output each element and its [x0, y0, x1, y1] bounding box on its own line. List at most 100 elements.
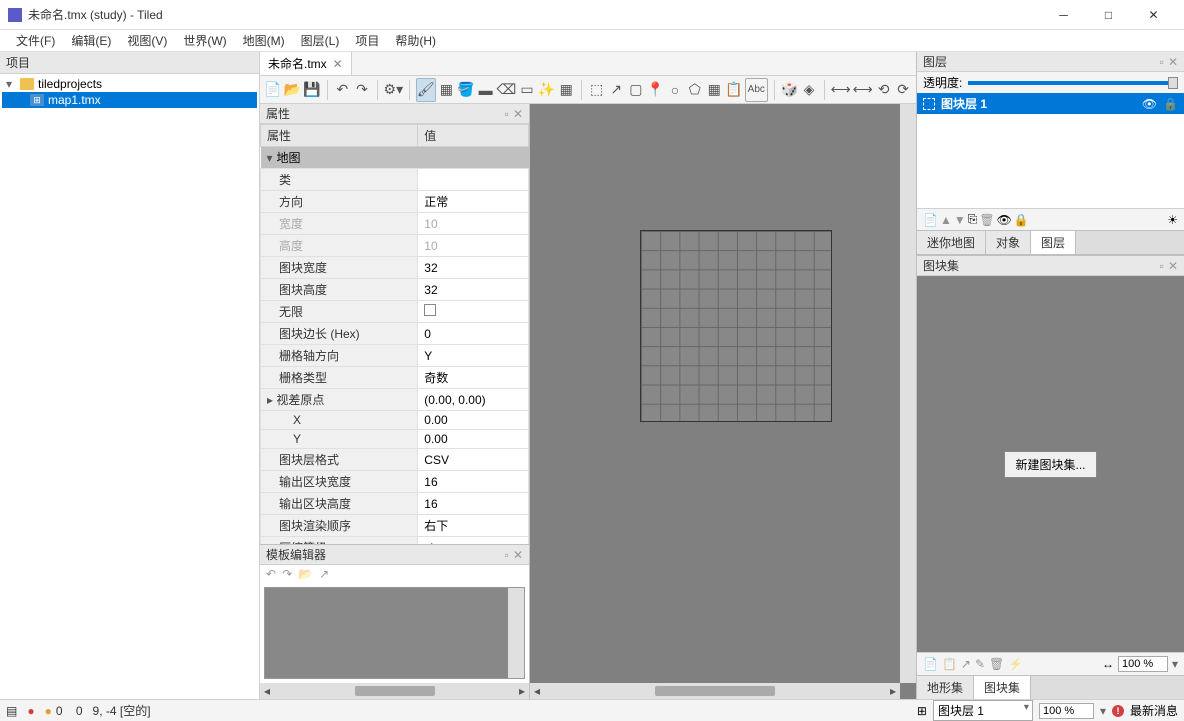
current-layer-dropdown[interactable]: 图块层 1: [933, 700, 1033, 721]
insert-point-icon[interactable]: 📍: [647, 78, 665, 102]
error-icon[interactable]: !: [1112, 705, 1124, 717]
flip-v-icon[interactable]: ⟷: [853, 78, 873, 102]
close-panel-icon[interactable]: ✕: [1168, 55, 1178, 69]
menu-project[interactable]: 项目: [347, 30, 387, 51]
maximize-button[interactable]: □: [1086, 1, 1131, 29]
arrow-icon[interactable]: ↗: [319, 567, 329, 581]
edit-polygon-icon[interactable]: ↗: [607, 78, 625, 102]
tab-terrain[interactable]: 地形集: [917, 676, 974, 699]
object-select-icon[interactable]: ⬚: [588, 78, 606, 102]
undock-icon[interactable]: ▫: [505, 548, 509, 562]
export-icon[interactable]: ↗: [961, 657, 971, 671]
new-file-icon[interactable]: 📄: [264, 78, 282, 102]
embed-icon[interactable]: 📋: [942, 657, 957, 671]
menu-map[interactable]: 地图(M): [235, 30, 293, 51]
lock-icon[interactable]: 🔒: [1163, 97, 1178, 111]
insert-text-icon[interactable]: Abc: [745, 78, 768, 102]
show-hide-icon[interactable]: 👁: [997, 213, 1012, 227]
lock-toggle-icon[interactable]: 🔒: [1014, 213, 1029, 227]
open-file-icon[interactable]: 📂: [284, 78, 302, 102]
menu-file[interactable]: 文件(F): [8, 30, 63, 51]
zoom-dropdown-icon[interactable]: ▾: [1172, 657, 1178, 671]
save-icon[interactable]: 💾: [303, 78, 321, 102]
close-button[interactable]: ✕: [1131, 1, 1176, 29]
flip-h-icon[interactable]: ⟷: [831, 78, 851, 102]
redo-icon[interactable]: ↷: [353, 78, 371, 102]
eraser-icon[interactable]: ⌫: [496, 78, 516, 102]
close-panel-icon[interactable]: ✕: [513, 107, 523, 121]
close-icon[interactable]: ✕: [333, 57, 343, 71]
scrollbar-h[interactable]: ◂▸: [530, 683, 900, 699]
move-down-icon[interactable]: ▼: [954, 213, 966, 227]
insert-ellipse-icon[interactable]: ○: [666, 78, 684, 102]
caret-icon[interactable]: ▾: [6, 77, 16, 91]
menu-edit[interactable]: 编辑(E): [63, 30, 119, 51]
map-grid[interactable]: [640, 230, 832, 422]
same-tile-select-icon[interactable]: ▦: [557, 78, 575, 102]
new-tileset-button[interactable]: 新建图块集...: [1004, 451, 1096, 478]
insert-tile-icon[interactable]: ▦: [705, 78, 723, 102]
tree-folder[interactable]: ▾ tiledprojects: [2, 76, 257, 92]
menu-view[interactable]: 视图(V): [119, 30, 175, 51]
menu-help[interactable]: 帮助(H): [387, 30, 444, 51]
duplicate-icon[interactable]: ⎘: [968, 212, 978, 227]
delete-icon[interactable]: 🗑: [989, 657, 1004, 671]
menu-layer[interactable]: 图层(L): [293, 30, 348, 51]
tree-file[interactable]: ⊞ map1.tmx: [2, 92, 257, 108]
edit-icon[interactable]: ✎: [975, 657, 985, 671]
rotate-left-icon[interactable]: ⟲: [875, 78, 893, 102]
menu-world[interactable]: 世界(W): [175, 30, 234, 51]
doc-tab[interactable]: 未命名.tmx ✕: [260, 52, 352, 75]
minimize-button[interactable]: ─: [1041, 1, 1086, 29]
scrollbar-v[interactable]: [508, 588, 524, 678]
insert-rect-icon[interactable]: ▢: [627, 78, 645, 102]
new-layer-icon[interactable]: 📄: [923, 213, 938, 227]
section-map[interactable]: ▾地图: [261, 147, 529, 169]
delete-icon[interactable]: 🗑: [979, 213, 994, 227]
scrollbar-h[interactable]: ◂▸: [260, 683, 529, 699]
map-canvas[interactable]: ◂▸: [530, 104, 916, 699]
wang-icon[interactable]: ◈: [800, 78, 818, 102]
undo-icon[interactable]: ↶: [266, 567, 276, 581]
tab-objects[interactable]: 对象: [986, 231, 1031, 254]
undock-icon[interactable]: ▫: [1160, 55, 1164, 69]
redo-icon[interactable]: ↷: [282, 567, 292, 581]
shape-fill-icon[interactable]: ▬: [477, 78, 495, 102]
rect-select-icon[interactable]: ▭: [518, 78, 536, 102]
rotate-right-icon[interactable]: ⟳: [894, 78, 912, 102]
close-panel-icon[interactable]: ✕: [1168, 259, 1178, 273]
zoom-input[interactable]: [1039, 703, 1094, 719]
command-icon[interactable]: ⚙▾: [384, 78, 404, 102]
stamp-tool-icon[interactable]: 🖌: [416, 78, 436, 102]
undock-icon[interactable]: ▫: [505, 107, 509, 121]
highlight-icon[interactable]: ☀: [1167, 213, 1178, 227]
console-icon[interactable]: ▤: [6, 704, 17, 718]
move-up-icon[interactable]: ▲: [940, 213, 952, 227]
undo-icon[interactable]: ↶: [334, 78, 352, 102]
template-body[interactable]: [264, 587, 525, 679]
open-icon[interactable]: 📂: [298, 567, 313, 581]
opacity-slider[interactable]: [968, 81, 1178, 85]
layer-row[interactable]: 图块层 1 👁 🔒: [917, 93, 1184, 114]
scrollbar-v[interactable]: [900, 104, 916, 683]
visibility-icon[interactable]: 👁: [1142, 97, 1157, 111]
slider-thumb[interactable]: [1168, 77, 1178, 89]
news-label[interactable]: 最新消息: [1130, 702, 1178, 719]
tab-layers[interactable]: 图层: [1031, 231, 1076, 254]
zoom-dropdown-icon[interactable]: ▾: [1100, 704, 1106, 718]
issues-count[interactable]: ● ● 0 0: [27, 704, 82, 718]
terrain-tool-icon[interactable]: ▦: [438, 78, 456, 102]
tab-tilesets[interactable]: 图块集: [974, 676, 1031, 699]
zoom-reset-icon[interactable]: ↔: [1102, 657, 1114, 671]
tab-minimap[interactable]: 迷你地图: [917, 231, 986, 254]
close-panel-icon[interactable]: ✕: [513, 548, 523, 562]
random-icon[interactable]: 🎲: [781, 78, 799, 102]
insert-polygon-icon[interactable]: ⬠: [686, 78, 704, 102]
magic-wand-icon[interactable]: ✨: [538, 78, 556, 102]
dynamic-icon[interactable]: ⚡: [1008, 657, 1023, 671]
insert-template-icon[interactable]: 📋: [725, 78, 743, 102]
fill-tool-icon[interactable]: 🪣: [457, 78, 475, 102]
undock-icon[interactable]: ▫: [1160, 259, 1164, 273]
zoom-input[interactable]: [1118, 656, 1168, 672]
new-tileset-icon[interactable]: 📄: [923, 657, 938, 671]
